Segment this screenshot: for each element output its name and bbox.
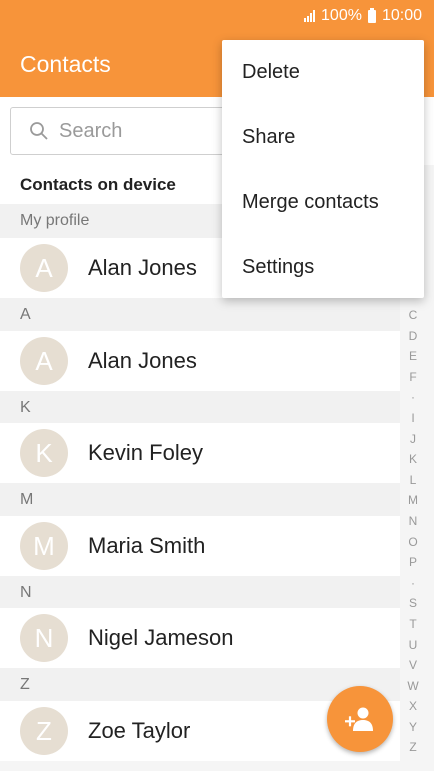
group-header: N — [0, 576, 400, 610]
index-letter[interactable]: · — [411, 573, 415, 594]
contact-row[interactable]: K Kevin Foley — [0, 423, 400, 483]
group-header-label: M — [20, 491, 34, 508]
index-letter[interactable]: X — [409, 696, 417, 717]
contact-name: Kevin Foley — [88, 440, 203, 465]
search-icon — [30, 122, 48, 140]
group-header: M — [0, 483, 400, 517]
index-letter[interactable]: U — [409, 635, 418, 656]
contact-name: Maria Smith — [88, 533, 206, 558]
index-letter[interactable]: L — [410, 470, 417, 491]
index-letter[interactable]: Z — [409, 737, 416, 758]
index-letter[interactable]: P — [409, 552, 417, 573]
index-letter[interactable]: D — [409, 326, 418, 347]
contact-row[interactable]: M Maria Smith — [0, 516, 400, 576]
menu-item-share[interactable]: Share — [222, 105, 424, 170]
index-letter[interactable]: F — [409, 367, 416, 388]
contact-name: Alan Jones — [88, 255, 197, 280]
group-header: K — [0, 391, 400, 425]
group-header-label: N — [20, 584, 32, 601]
group-header-label: A — [20, 306, 31, 323]
index-letter[interactable]: K — [409, 449, 417, 470]
battery-percent: 100% — [321, 7, 362, 24]
index-letter[interactable]: W — [407, 676, 418, 697]
add-contact-icon — [345, 707, 373, 731]
menu-item-delete[interactable]: Delete — [222, 40, 424, 105]
menu-item-merge-contacts[interactable]: Merge contacts — [222, 170, 424, 235]
index-letter[interactable]: Y — [409, 717, 417, 738]
avatar: N — [20, 614, 68, 662]
battery-icon — [367, 7, 376, 23]
index-letter[interactable]: · — [411, 387, 415, 408]
index-letter[interactable]: J — [410, 429, 416, 450]
contact-row[interactable]: A Alan Jones — [0, 331, 400, 391]
avatar: A — [20, 337, 68, 385]
contact-name: Nigel Jameson — [88, 625, 234, 650]
add-contact-button[interactable] — [327, 686, 393, 752]
group-header-label: My profile — [20, 212, 90, 229]
status-bar: 100% 10:00 — [0, 0, 434, 32]
avatar: K — [20, 429, 68, 477]
avatar: A — [20, 244, 68, 292]
index-letter[interactable]: S — [409, 593, 417, 614]
index-letter[interactable]: V — [409, 655, 417, 676]
index-letter[interactable]: E — [409, 346, 417, 367]
contact-row[interactable]: N Nigel Jameson — [0, 608, 400, 668]
signal-icon — [304, 10, 316, 22]
search-placeholder: Search — [59, 119, 123, 142]
section-title: Contacts on device — [20, 174, 176, 194]
index-letter[interactable]: T — [409, 614, 416, 635]
avatar: M — [20, 522, 68, 570]
index-letter[interactable]: N — [409, 511, 418, 532]
index-letter[interactable]: M — [408, 490, 418, 511]
index-letter[interactable]: C — [409, 305, 418, 326]
group-header-label: K — [20, 399, 31, 416]
page-title: Contacts — [20, 51, 111, 77]
group-header: A — [0, 298, 400, 332]
group-header-label: Z — [20, 676, 30, 693]
clock: 10:00 — [381, 7, 422, 24]
index-letter[interactable]: I — [411, 408, 414, 429]
contact-name: Zoe Taylor — [88, 718, 191, 743]
menu-item-settings[interactable]: Settings — [222, 235, 424, 300]
index-letter[interactable]: O — [408, 532, 417, 553]
alphabet-index[interactable]: C D E F · I J K L M N O P · S T U V W X … — [402, 305, 424, 758]
avatar: Z — [20, 707, 68, 755]
contact-name: Alan Jones — [88, 348, 197, 373]
overflow-menu: Delete Share Merge contacts Settings — [222, 40, 424, 298]
